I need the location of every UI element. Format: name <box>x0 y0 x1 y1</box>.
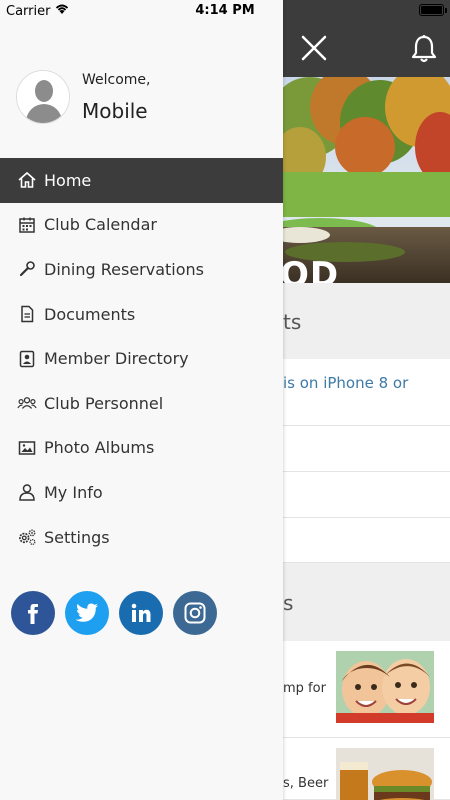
linkedin-icon[interactable] <box>119 591 163 635</box>
facebook-icon[interactable] <box>11 591 55 635</box>
calendar-icon <box>17 215 37 235</box>
welcome-text: Welcome, <box>82 72 151 88</box>
menu-item-label: Home <box>44 170 92 190</box>
menu-item-club-personnel[interactable]: Club Personnel <box>0 381 283 426</box>
list-item-link[interactable]: is on iPhone 8 or <box>283 372 443 394</box>
menu-item-my-info[interactable]: My Info <box>0 470 283 515</box>
menu-item-club-calendar[interactable]: Club Calendar <box>0 203 283 248</box>
document-icon <box>17 304 37 324</box>
menu-item-label: Club Personnel <box>44 393 164 413</box>
avatar <box>16 70 70 124</box>
news-item-text: s, Beer <box>283 776 329 791</box>
menu-item-member-directory[interactable]: Member Directory <box>0 336 283 381</box>
person-icon <box>17 482 37 502</box>
menu-item-label: Club Calendar <box>44 215 157 235</box>
battery-fill <box>421 6 442 14</box>
contact-card-icon <box>17 349 37 369</box>
menu-item-label: Member Directory <box>44 349 189 369</box>
hero-title: OD <box>280 255 340 283</box>
menu-item-label: Photo Albums <box>44 438 155 458</box>
twitter-icon[interactable] <box>65 591 109 635</box>
section-title: ts <box>283 310 302 334</box>
wrench-icon <box>17 259 37 279</box>
profile[interactable] <box>16 70 70 124</box>
menu-item-label: Dining Reservations <box>44 259 204 279</box>
section-title: s <box>283 591 294 615</box>
home-icon <box>17 170 37 190</box>
menu-item-label: My Info <box>44 482 103 502</box>
people-icon <box>17 393 37 413</box>
bell-icon[interactable] <box>410 34 438 68</box>
status-time: 4:14 PM <box>195 3 255 18</box>
close-icon[interactable] <box>300 34 328 66</box>
menu-item-documents[interactable]: Documents <box>0 292 283 337</box>
image-icon <box>17 438 37 458</box>
menu-item-photo-albums[interactable]: Photo Albums <box>0 426 283 471</box>
instagram-icon[interactable] <box>173 591 217 635</box>
battery-icon <box>419 4 447 16</box>
menu-item-dining-reservations[interactable]: Dining Reservations <box>0 247 283 292</box>
drawer-menu: Home Club Calendar Dining Reservations D… <box>0 158 283 559</box>
news-thumbnail-image <box>336 748 434 800</box>
gears-icon <box>17 527 37 547</box>
status-bar: Carrier 4:14 PM <box>0 0 450 22</box>
menu-item-label: Settings <box>44 527 110 547</box>
menu-item-settings[interactable]: Settings <box>0 515 283 560</box>
social-links <box>11 591 217 635</box>
news-item-text: mp for <box>283 681 326 696</box>
menu-item-home[interactable]: Home <box>0 158 283 203</box>
news-thumbnail-image <box>336 651 434 723</box>
menu-item-label: Documents <box>44 304 136 324</box>
user-name: Mobile <box>82 99 148 123</box>
side-drawer: Welcome, Mobile Home Club Calendar Dinin… <box>0 0 283 800</box>
